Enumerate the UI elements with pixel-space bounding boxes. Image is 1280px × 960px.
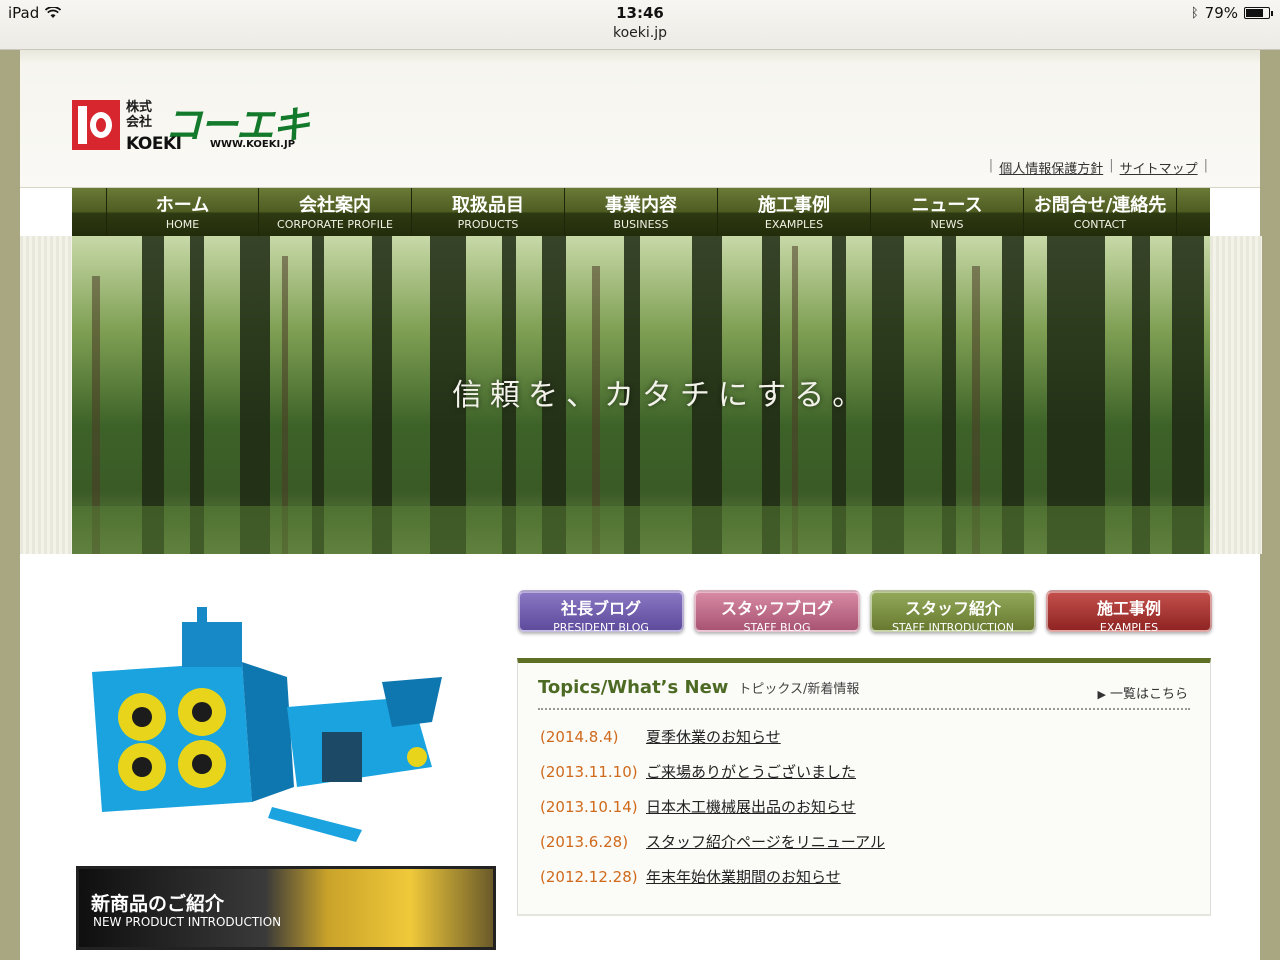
topic-date: (2014.8.4) [540,727,619,746]
topics-heading: Topics/What’s New トピックス/新着情報 [538,677,859,698]
button-label-en: STAFF INTRODUCTION [891,621,1015,634]
nav-business[interactable]: 事業内容 BUSINESS [565,188,718,236]
topic-date: (2013.6.28) [540,832,629,851]
button-label-jp: 社長ブログ [560,599,641,618]
address-bar[interactable]: koeki.jp [0,25,1280,41]
nav-products[interactable]: 取扱品目 PRODUCTS [412,188,565,236]
topic-date: (2013.10.14) [540,797,638,816]
list-item: (2014.8.4) 夏季休業のお知らせ [540,719,885,754]
list-item: (2013.6.28) スタッフ紹介ページをリニューアル [540,824,885,859]
product-machine-image[interactable] [72,602,458,852]
page: 株式会社 コーエキ KOEKI WWW.KOEKI.JP | 個人情報保護方針 … [20,50,1262,960]
site-logo[interactable]: 株式会社 コーエキ KOEKI WWW.KOEKI.JP [72,98,332,156]
feature-buttons: 社長ブログ PRESIDENT BLOG スタッフブログ STAFF BLOG スタ… [518,590,1212,634]
topics-panel: Topics/What’s New トピックス/新着情報 一覧はこちら (201… [517,658,1211,916]
list-item: (2013.11.10) ご来場ありがとうございました [540,754,885,789]
topic-link[interactable]: 年末年始休業期間のお知らせ [646,866,841,887]
topic-date: (2013.11.10) [540,762,638,781]
sitemap-link[interactable]: サイトマップ [1120,158,1198,177]
topic-link[interactable]: 夏季休業のお知らせ [646,726,781,747]
nav-label-en: NEWS [930,218,964,231]
button-label-en: PRESIDENT BLOG [553,621,649,634]
nav-label-jp: 取扱品目 [452,195,524,216]
topics-title: Topics/What’s New [538,677,729,698]
battery-percent: 79% [1204,4,1238,22]
nav-label-en: BUSINESS [613,218,669,231]
nav-label-jp: 会社案内 [299,195,371,216]
topics-more-link[interactable]: 一覧はこちら [1098,683,1188,702]
button-label-en: EXAMPLES [1099,621,1159,634]
button-label-jp: スタッフブログ [720,599,833,618]
logo-english: KOEKI [126,134,182,154]
privacy-policy-link[interactable]: 個人情報保護方針 [999,158,1103,177]
topic-link[interactable]: スタッフ紹介ページをリニューアル [646,831,885,852]
list-item: (2012.12.28) 年末年始休業期間のお知らせ [540,859,885,894]
nav-home[interactable]: ホーム HOME [106,188,259,236]
topic-link[interactable]: 日本木工機械展出品のお知らせ [646,796,856,817]
hero-forest-image: 信頼を、カタチにする。 [72,236,1210,554]
topic-date: (2012.12.28) [540,867,638,886]
nav-corporate-profile[interactable]: 会社案内 CORPORATE PROFILE [259,188,412,236]
nav-label-en: HOME [165,218,200,231]
nav-label-en: EXAMPLES [764,218,824,231]
topic-link[interactable]: ご来場ありがとうございました [646,761,856,782]
button-label-jp: スタッフ紹介 [904,599,1001,618]
nav-label-jp: 施工事例 [758,195,830,216]
nav-label-jp: お問合せ/連絡先 [1033,195,1167,216]
topics-divider [538,708,1190,710]
staff-introduction-button[interactable]: スタッフ紹介 STAFF INTRODUCTION [870,590,1036,634]
logo-url: WWW.KOEKI.JP [210,139,296,150]
site-header: 株式会社 コーエキ KOEKI WWW.KOEKI.JP | 個人情報保護方針 … [20,50,1260,188]
right-decor [1210,236,1262,554]
nav-label-jp: ホーム [155,195,210,216]
nav-contact[interactable]: お問合せ/連絡先 CONTACT [1024,188,1177,236]
utility-links: | 個人情報保護方針 | サイトマップ | [988,158,1208,177]
nav-news[interactable]: ニュース NEWS [871,188,1024,236]
nav-label-jp: ニュース [911,195,983,216]
nav-label-en: CORPORATE PROFILE [277,218,393,231]
logo-kabushiki: 株式会社 [126,100,153,130]
left-decor [20,236,72,554]
button-label-en: STAFF BLOG [743,621,811,634]
clock: 13:46 [616,4,664,22]
status-right: ᛒ 79% [1190,4,1273,22]
logo-mark [72,100,120,150]
staff-blog-button[interactable]: スタッフブログ STAFF BLOG [694,590,860,634]
new-product-banner[interactable]: 新商品のご紹介 NEW PRODUCT INTRODUCTION [76,866,496,950]
nav-examples[interactable]: 施工事例 EXAMPLES [718,188,871,236]
promo-subtitle: NEW PRODUCT INTRODUCTION [93,915,282,929]
president-blog-button[interactable]: 社長ブログ PRESIDENT BLOG [518,590,684,634]
nav-label-en: CONTACT [1073,218,1127,231]
bluetooth-icon: ᛒ [1190,5,1199,21]
topics-subtitle: トピックス/新着情報 [738,682,860,697]
topics-list: (2014.8.4) 夏季休業のお知らせ (2013.11.10) ご来場ありがとう… [540,719,885,894]
battery-icon [1244,7,1273,19]
nav-label-en: PRODUCTS [457,218,519,231]
nav-label-jp: 事業内容 [605,195,677,216]
main-nav: ホーム HOME 会社案内 CORPORATE PROFILE 取扱品目 PRODUC… [72,188,1210,236]
hero-tagline: 信頼を、カタチにする。 [452,378,871,413]
promo-title: 新商品のご紹介 [91,893,225,915]
button-label-jp: 施工事例 [1096,599,1161,618]
examples-button[interactable]: 施工事例 EXAMPLES [1046,590,1212,634]
list-item: (2013.10.14) 日本木工機械展出品のお知らせ [540,789,885,824]
battery-fill [1246,9,1264,17]
status-bar: iPad 13:46 koeki.jp ᛒ 79% [0,0,1280,50]
